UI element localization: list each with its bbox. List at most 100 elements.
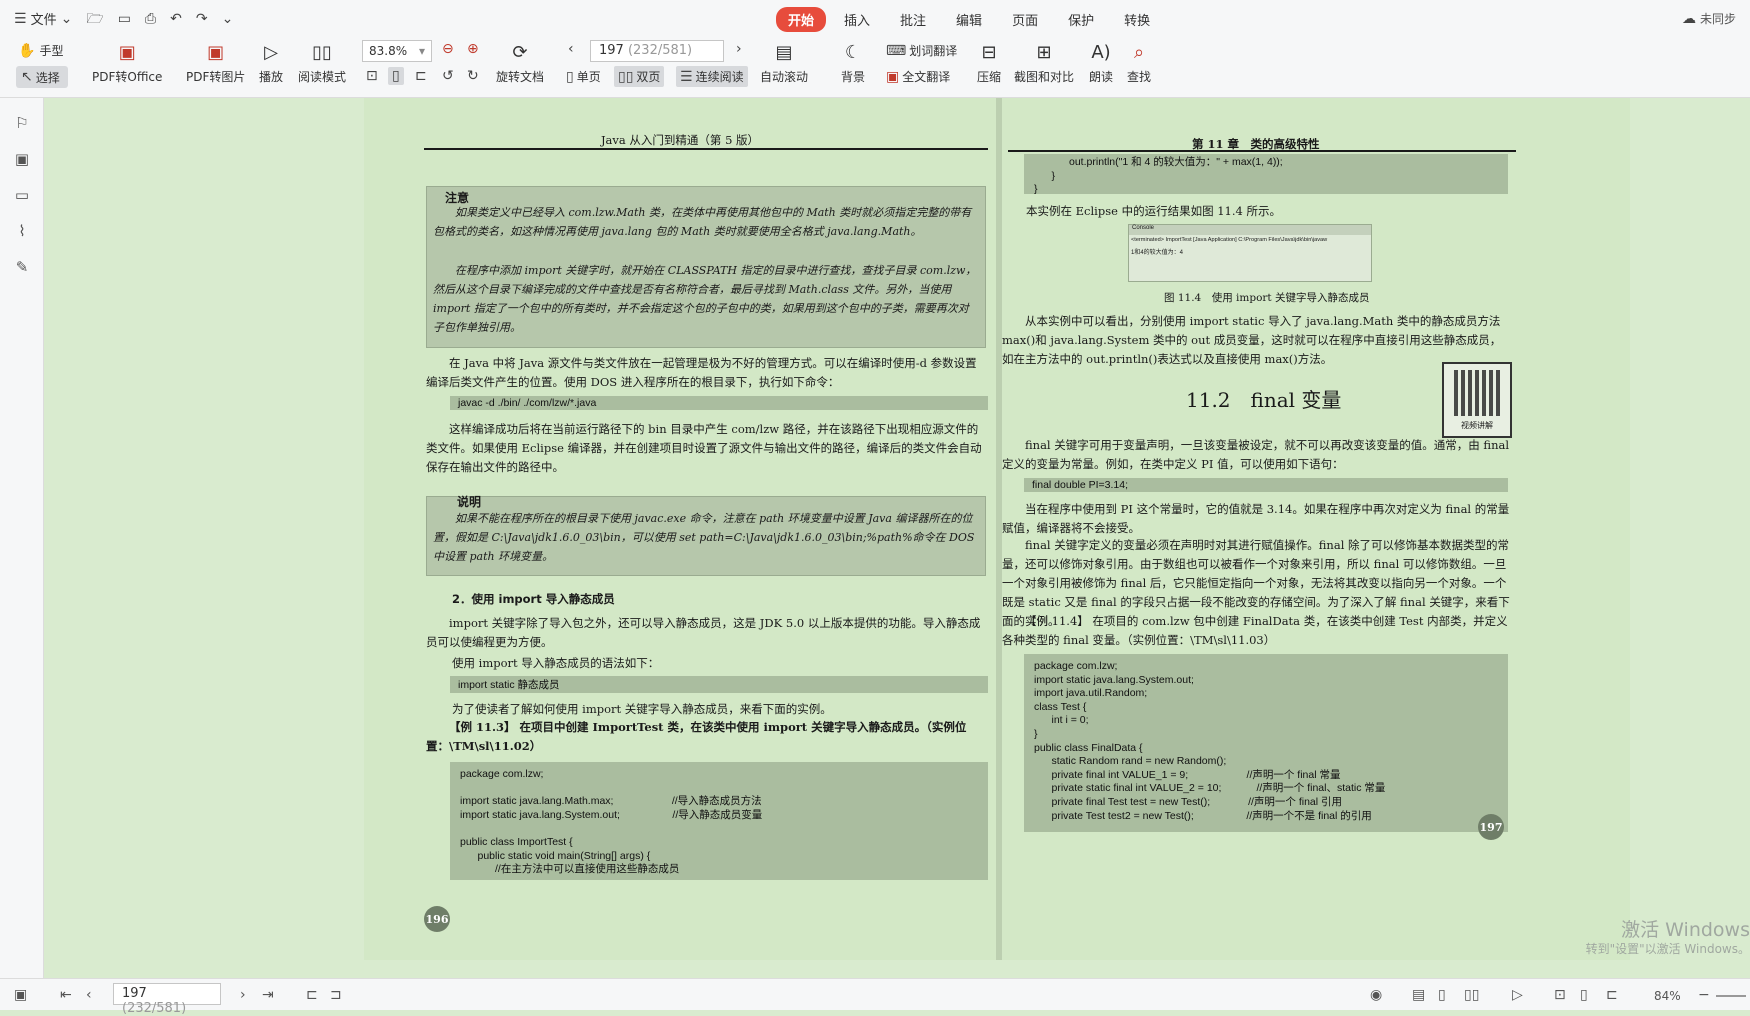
- fit-page-icon[interactable]: ▯: [1580, 987, 1588, 1003]
- tab-convert[interactable]: 转换: [1112, 7, 1162, 32]
- find-button[interactable]: ⌕ 查找: [1126, 40, 1152, 85]
- hamburger-icon: ☰: [14, 10, 27, 27]
- sync-status[interactable]: ☁ 未同步: [1682, 10, 1736, 27]
- rotate-left-icon[interactable]: ↺: [442, 69, 454, 83]
- translate-doc-icon: ▣: [886, 68, 900, 85]
- read-aloud-button[interactable]: A) 朗读: [1088, 40, 1114, 85]
- auto-scroll-button[interactable]: ▤ 自动滚动: [760, 40, 808, 85]
- left-sidebar: ⚐ ▣ ▭ ⌇ ✎: [0, 98, 44, 978]
- zoom-input[interactable]: 83.8% ▾: [362, 40, 432, 62]
- zoom-level[interactable]: 84%: [1654, 989, 1681, 1003]
- speaker-icon: A): [1091, 41, 1111, 63]
- compress-button[interactable]: ⊟ 压缩: [976, 40, 1002, 85]
- signature-icon[interactable]: ✎: [13, 258, 31, 276]
- first-page-icon[interactable]: ⇤: [60, 987, 72, 1003]
- hand-tool[interactable]: ✋ 手型: [18, 42, 63, 59]
- activation-watermark: 激活 Windows: [1621, 919, 1750, 941]
- comment-icon[interactable]: ▭: [13, 186, 31, 204]
- pdf-to-image-button[interactable]: ▣ PDF转图片: [186, 40, 245, 85]
- prev-page-icon[interactable]: ‹: [86, 987, 92, 1003]
- select-tool[interactable]: ↖ 选择: [16, 66, 68, 88]
- redo-icon[interactable]: ↷: [196, 12, 208, 26]
- full-translate-button[interactable]: ▣ 全文翻译: [886, 68, 950, 85]
- pdf-to-office-button[interactable]: ▣ PDF转Office: [92, 40, 162, 85]
- page-number: 196: [424, 906, 450, 932]
- book-icon: ▯▯: [312, 41, 332, 63]
- continuous-read-button[interactable]: ☰ 连续阅读: [676, 66, 748, 87]
- customize-icon[interactable]: ⌄: [222, 12, 234, 26]
- screenshot-icon: ⊞: [1036, 41, 1052, 63]
- fit-width-icon[interactable]: ⊏: [1606, 987, 1618, 1003]
- fit-width-icon[interactable]: ⊏: [415, 69, 427, 83]
- actual-size-icon[interactable]: ⊡: [366, 69, 378, 83]
- console-figure: Console <terminated> ImportTest [Java Ap…: [1128, 224, 1372, 282]
- prev-page-icon[interactable]: ‹: [568, 42, 574, 56]
- explain-text: 如果不能在程序所在的根目录下使用 javac.exe 命令，注意在 path 环…: [433, 512, 975, 563]
- attachment-icon[interactable]: ⌇: [13, 222, 31, 240]
- rotate-doc-icon: ⟳: [512, 41, 528, 63]
- page-number-input[interactable]: 197 (232/581): [590, 40, 724, 62]
- file-menu[interactable]: ☰ 文件 ⌄: [14, 9, 72, 29]
- top-toolbar: ☰ 文件 ⌄ 🗁 ▭ ⎙ ↶ ↷ ⌄ 开始 插入 批注 编辑 页面 保护 转换 ☁ 未…: [0, 0, 1750, 98]
- zoom-out-icon[interactable]: ⊖: [442, 42, 454, 56]
- qr-label: 视频讲解: [1461, 421, 1493, 430]
- forward-icon[interactable]: ⊐: [330, 987, 342, 1003]
- tab-annotate[interactable]: 批注: [888, 7, 938, 32]
- screenshot-compare-button[interactable]: ⊞ 截图和对比: [1014, 40, 1074, 85]
- last-page-icon[interactable]: ⇥: [262, 987, 274, 1003]
- cloud-icon: ☁: [1681, 10, 1696, 27]
- ribbon-tabs: 开始 插入 批注 编辑 页面 保护 转换: [776, 7, 1168, 32]
- play-button[interactable]: ▷ 播放: [258, 40, 284, 85]
- open-folder-icon[interactable]: 🗁: [86, 12, 103, 26]
- rotate-right-icon[interactable]: ↻: [467, 69, 479, 83]
- double-view-icon[interactable]: ▯▯: [1464, 987, 1479, 1003]
- bookmark-icon[interactable]: ⚐: [13, 114, 31, 132]
- single-view-icon[interactable]: ▯: [1438, 987, 1446, 1003]
- activation-watermark-sub: 转到"设置"以激活 Windows。: [1585, 942, 1750, 956]
- single-page-button[interactable]: ▯ 单页: [566, 68, 601, 85]
- auto-scroll-icon: ▤: [775, 41, 793, 63]
- next-page-icon[interactable]: ›: [240, 987, 246, 1003]
- undo-icon[interactable]: ↶: [170, 12, 182, 26]
- double-page-icon: ▯▯: [618, 68, 634, 85]
- paragraph: 本实例在 Eclipse 中的运行结果如图 11.4 所示。: [1026, 204, 1281, 218]
- zoom-in-icon[interactable]: ⊕: [467, 42, 479, 56]
- explain-box: 说明 如果不能在程序所在的根目录下使用 javac.exe 命令，注意在 pat…: [426, 495, 986, 576]
- save-icon[interactable]: ▭: [118, 12, 131, 26]
- status-bar: ▣ ⇤ ‹ 197 (232/581) › ⇥ ⊏ ⊐ ◉ ▤ ▯ ▯▯ ▷ ⊡…: [0, 978, 1750, 1016]
- syntax-line: import static 静态成员: [450, 676, 988, 693]
- code-block: package com.lzw; import static java.lang…: [450, 762, 988, 880]
- sidebar-toggle-icon[interactable]: ▣: [14, 987, 27, 1003]
- zoom-out-icon[interactable]: −: [1698, 987, 1710, 1003]
- zoom-slider[interactable]: [1716, 995, 1746, 997]
- rotate-document-button[interactable]: ⟳ 旋转文档: [496, 40, 544, 85]
- page-spread: Java 从入门到精通（第 5 版） 注意 如果类定义中已经导入 com.lzw…: [364, 98, 1630, 960]
- word-translate-button[interactable]: ⌨ 划词翻译: [886, 42, 957, 59]
- eye-protect-icon[interactable]: ◉: [1370, 987, 1382, 1003]
- thumbnail-icon[interactable]: ▣: [13, 150, 31, 168]
- fit-page-icon[interactable]: ▯: [388, 67, 404, 85]
- status-page-input[interactable]: 197 (232/581): [113, 983, 221, 1016]
- continuous-view-icon[interactable]: ▤: [1412, 987, 1425, 1003]
- tab-edit[interactable]: 编辑: [944, 7, 994, 32]
- back-icon[interactable]: ⊏: [306, 987, 318, 1003]
- tab-protect[interactable]: 保护: [1056, 7, 1106, 32]
- document-view[interactable]: Java 从入门到精通（第 5 版） 注意 如果类定义中已经导入 com.lzw…: [44, 98, 1750, 978]
- code-line: final double PI=3.14;: [1024, 478, 1508, 492]
- actual-size-icon[interactable]: ⊡: [1554, 987, 1566, 1003]
- tab-start[interactable]: 开始: [776, 7, 827, 32]
- double-page-button[interactable]: ▯▯ 双页: [614, 66, 665, 87]
- background-button[interactable]: ☾ 背景: [840, 40, 866, 85]
- code-block-top: out.println("1 和 4 的较大值为：" + max(1, 4));…: [1024, 154, 1508, 195]
- tab-insert[interactable]: 插入: [832, 7, 882, 32]
- section-heading: 2．使用 import 导入静态成员: [452, 592, 615, 606]
- paragraph: 为了使读者了解如何使用 import 关键字导入静态成员，来看下面的实例。: [452, 702, 832, 716]
- qr-code: 视频讲解: [1442, 362, 1512, 438]
- tab-page[interactable]: 页面: [1000, 7, 1050, 32]
- command-line: javac -d ./bin/ ./com/lzw/*.java: [450, 396, 988, 410]
- play-icon[interactable]: ▷: [1512, 987, 1523, 1003]
- print-icon[interactable]: ⎙: [145, 12, 156, 26]
- play-icon: ▷: [264, 41, 278, 63]
- next-page-icon[interactable]: ›: [736, 42, 742, 56]
- read-mode-button[interactable]: ▯▯ 阅读模式: [298, 40, 346, 85]
